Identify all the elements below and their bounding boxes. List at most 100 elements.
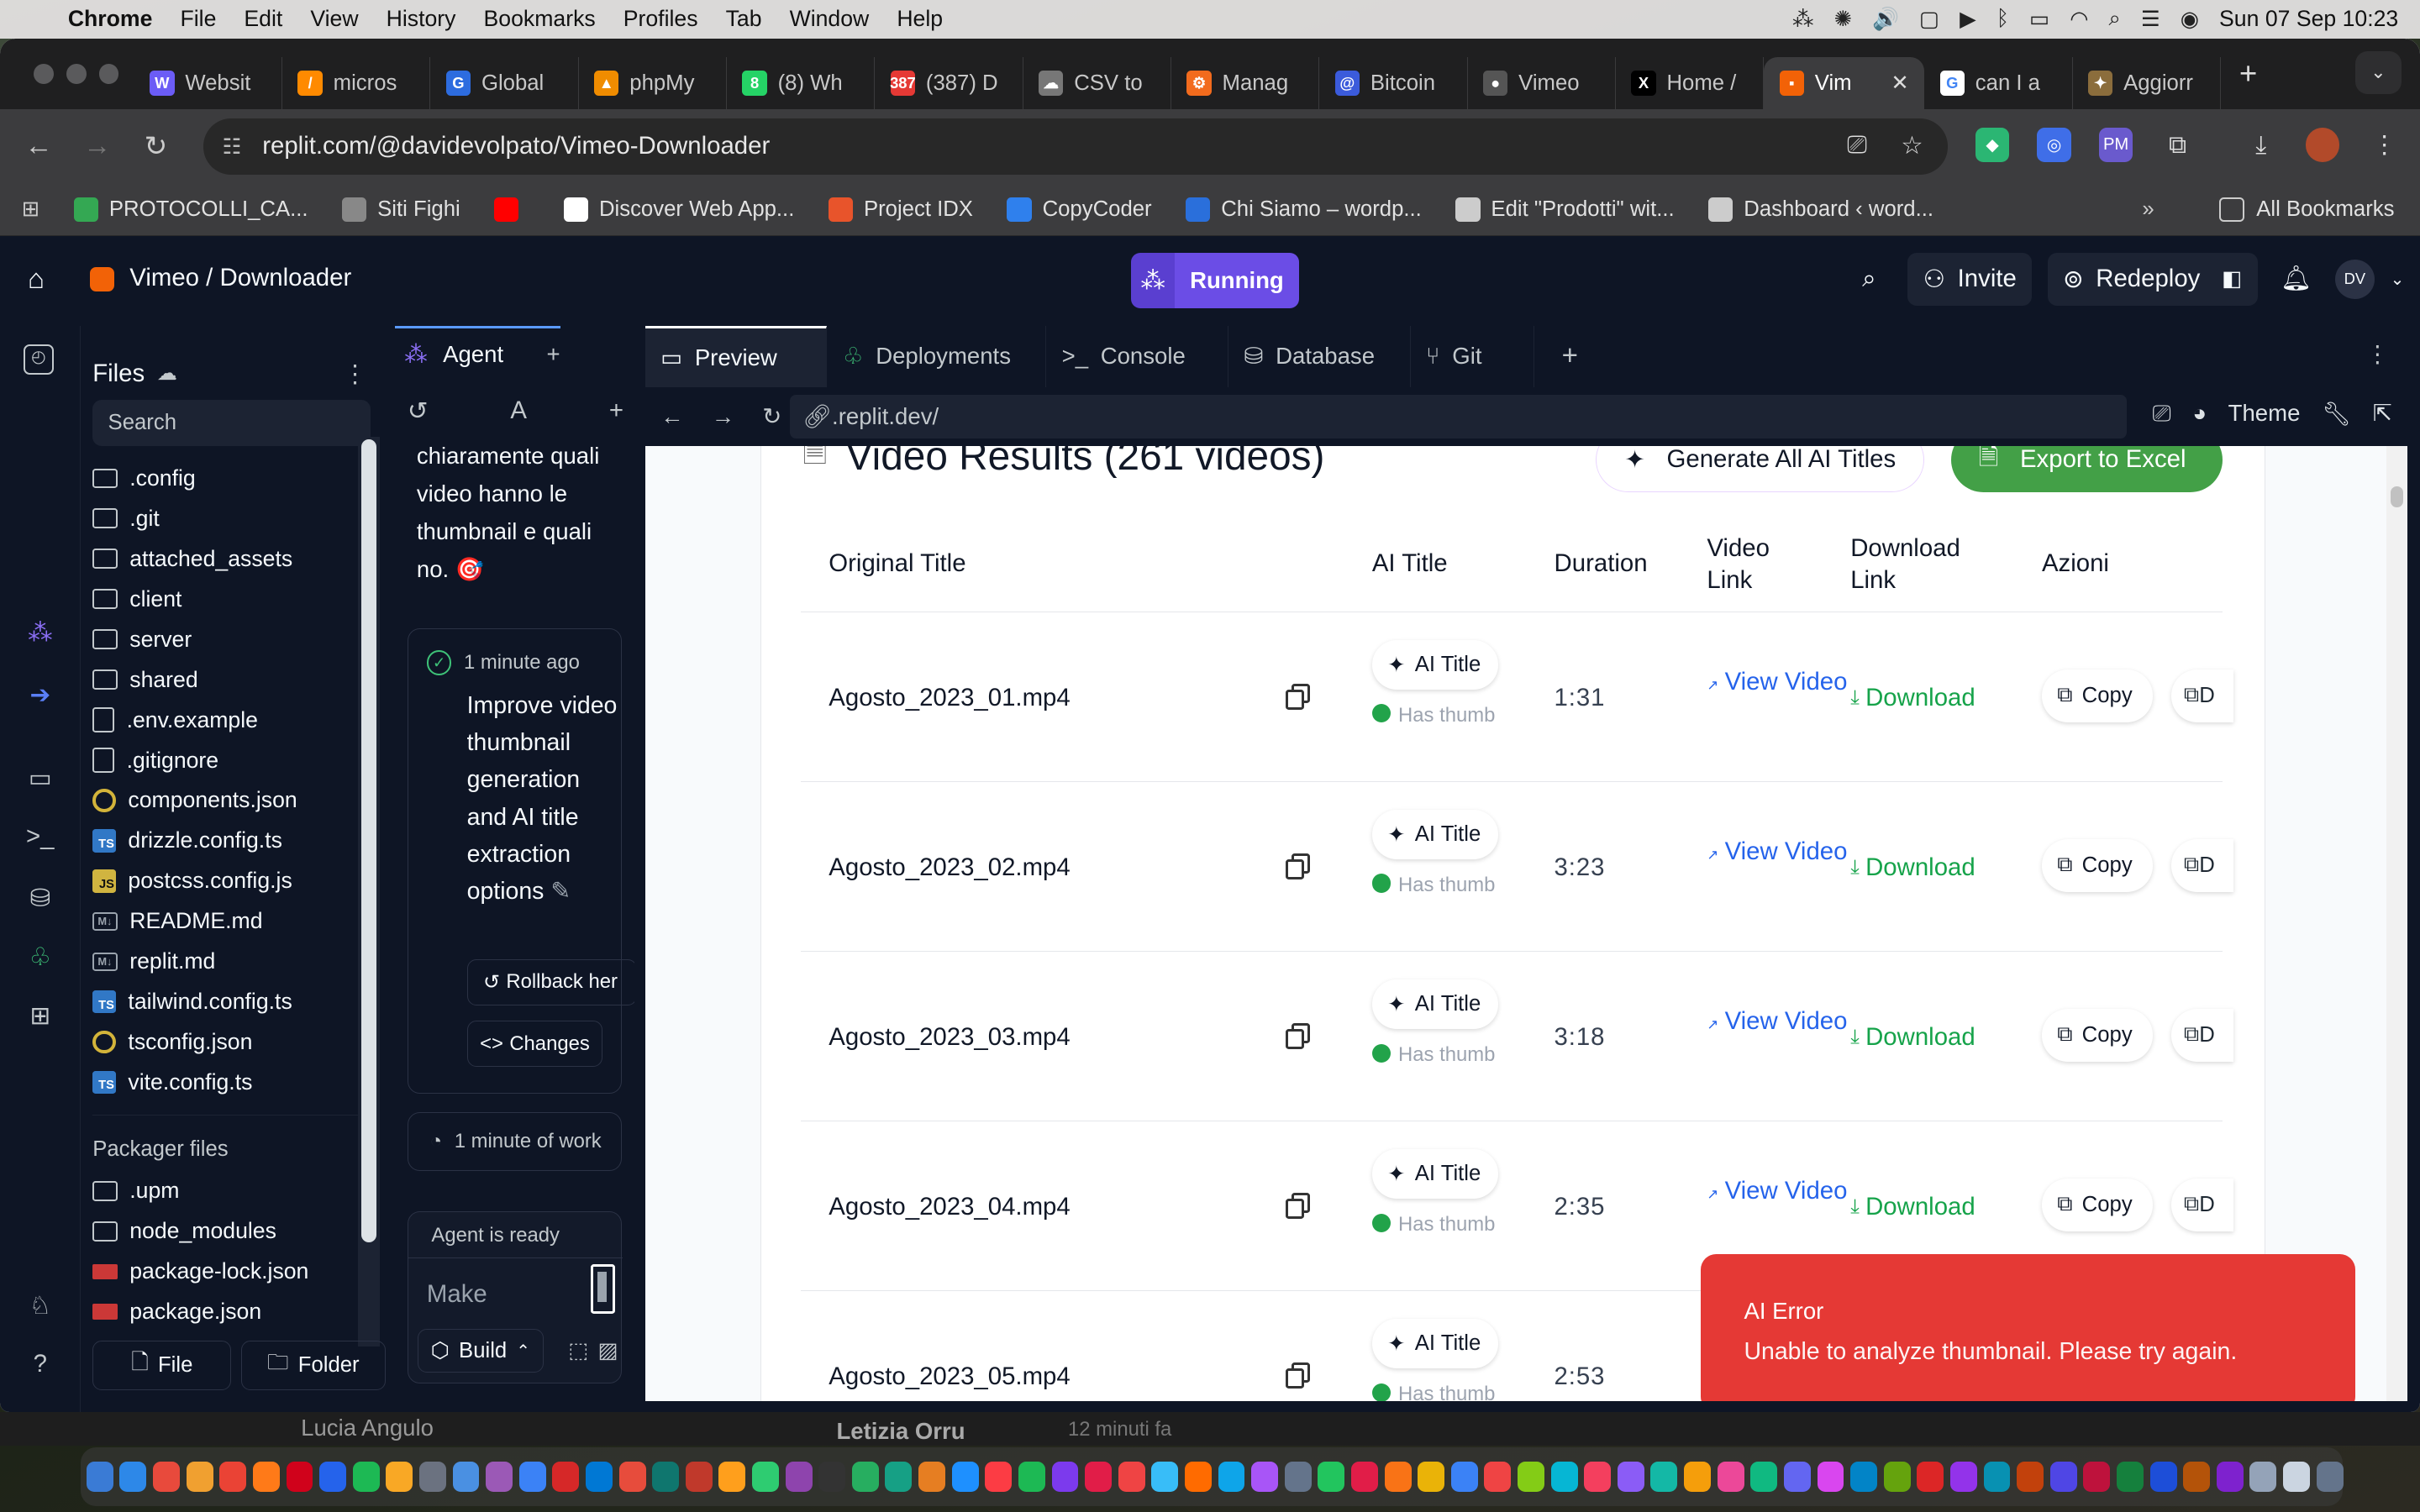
window-controls[interactable]	[34, 64, 119, 85]
bookmark-item[interactable]: Chi Siamo – wordp...	[1186, 197, 1422, 222]
file-tree-item[interactable]: components.json	[92, 780, 364, 821]
new-tab-icon[interactable]: +	[2239, 56, 2257, 92]
build-mode-button[interactable]: ⬡ Build ⌃	[417, 1329, 544, 1373]
play-icon[interactable]: ▶	[1960, 7, 1976, 32]
panel-icon[interactable]: ◧	[2222, 266, 2242, 291]
copy-download-button[interactable]: ⧉D	[2171, 669, 2233, 722]
deployments-icon[interactable]: ♧	[24, 942, 57, 976]
bookmark-item[interactable]: PROTOCOLLI_CA...	[73, 197, 308, 222]
tab-search-icon[interactable]: ⌄	[2354, 50, 2402, 95]
tab-deployments[interactable]: ♧ Deployments	[827, 325, 1047, 387]
edit-pencil-icon[interactable]: ✎	[550, 878, 571, 905]
reload-icon[interactable]: ↻	[762, 403, 781, 430]
menu-edit[interactable]: Edit	[244, 6, 282, 32]
download-link[interactable]: ⤓Download	[1850, 1193, 1975, 1221]
ai-title-button[interactable]: ✦ AI Title	[1371, 640, 1499, 690]
dock-app-icon[interactable]	[386, 1461, 413, 1492]
project-title[interactable]: Vimeo / Downloader	[129, 264, 351, 292]
bookmark-item[interactable]: CopyCoder	[1007, 197, 1152, 222]
control-center-icon[interactable]: ☰	[2141, 7, 2160, 32]
dock-app-icon[interactable]	[1917, 1461, 1944, 1492]
changes-button[interactable]: <> Changes	[466, 1021, 603, 1068]
ai-title-button[interactable]: ✦ AI Title	[1371, 979, 1499, 1030]
error-toast[interactable]: AI Error Unable to analyze thumbnail. Pl…	[1701, 1254, 2355, 1401]
browser-tab[interactable]: ▪ Vim ✕	[1764, 56, 1925, 110]
menu-tab[interactable]: Tab	[726, 6, 762, 32]
dock-app-icon[interactable]	[1351, 1461, 1378, 1492]
dock-app-icon[interactable]	[1650, 1461, 1678, 1492]
dock-app-icon[interactable]	[818, 1461, 846, 1492]
browser-tab[interactable]: @ Bitcoin	[1319, 56, 1468, 110]
browser-tab[interactable]: / micros	[282, 56, 431, 110]
assistant-icon[interactable]: ➔	[24, 680, 57, 714]
menu-clock[interactable]: Sun 07 Sep 10:23	[2219, 6, 2398, 32]
dock-app-icon[interactable]	[752, 1461, 779, 1492]
wifi-icon[interactable]: ◠	[2070, 7, 2088, 32]
dock-app-icon[interactable]	[951, 1461, 979, 1492]
dock-app-icon[interactable]	[286, 1461, 313, 1492]
dropbox-icon[interactable]: ⁂	[1792, 7, 1814, 32]
file-tree-item[interactable]: .env.example	[92, 700, 364, 740]
avatar[interactable]: DV	[2334, 259, 2375, 300]
dock-app-icon[interactable]	[618, 1461, 646, 1492]
copy-button[interactable]: ⧉ Copy	[2041, 1009, 2154, 1062]
packager-file-item[interactable]: package.json	[92, 1292, 364, 1332]
copy-download-button[interactable]: ⧉D	[2171, 1009, 2233, 1062]
file-tree-item[interactable]: TS vite.config.ts	[92, 1063, 364, 1103]
dock-app-icon[interactable]	[1550, 1461, 1578, 1492]
file-tree-item[interactable]: shared	[92, 659, 364, 700]
dock-app-icon[interactable]	[119, 1461, 147, 1492]
browser-tab[interactable]: ⚙ Manag	[1171, 56, 1320, 110]
devices-icon[interactable]: ⎚	[2153, 400, 2171, 428]
dock-app-icon[interactable]	[1218, 1461, 1245, 1492]
file-tree-item[interactable]: TS tailwind.config.ts	[92, 982, 364, 1022]
dock-app-icon[interactable]	[219, 1461, 247, 1492]
dock-app-icon[interactable]	[1817, 1461, 1844, 1492]
files-menu-icon[interactable]: ⋮	[343, 360, 367, 389]
cast-icon[interactable]: ⎚	[1847, 131, 1867, 160]
agent-tool-label[interactable]: A	[510, 396, 527, 426]
rollback-button[interactable]: ↺ Rollback her	[466, 958, 634, 1005]
new-file-button[interactable]: 🗋︎ File	[92, 1341, 232, 1390]
file-tree-item[interactable]: JS postcss.config.js	[92, 861, 364, 901]
history-icon[interactable]: ↺	[408, 396, 429, 426]
menu-history[interactable]: History	[387, 6, 456, 32]
dock-app-icon[interactable]	[1949, 1461, 1977, 1492]
dock-app-icon[interactable]	[552, 1461, 580, 1492]
file-tree-item[interactable]: server	[92, 619, 364, 659]
volume-icon[interactable]: 🔊	[1872, 7, 1899, 32]
dock-app-icon[interactable]	[2183, 1461, 2211, 1492]
back-icon[interactable]: ←	[9, 130, 68, 162]
copy-title-icon[interactable]	[1285, 683, 1313, 711]
search-icon[interactable]: ⌕	[2109, 7, 2121, 32]
dock-app-icon[interactable]	[1184, 1461, 1212, 1492]
add-tab-icon[interactable]: +	[1562, 340, 1578, 372]
copy-download-button[interactable]: ⧉D	[2171, 1179, 2233, 1231]
browser-tab[interactable]: ☁ CSV to	[1023, 56, 1171, 110]
dock-app-icon[interactable]	[352, 1461, 380, 1492]
file-tree-item[interactable]: client	[92, 579, 364, 619]
pane-menu-icon[interactable]: ⋮	[2366, 341, 2390, 368]
alerts-icon[interactable]: ♘	[24, 1291, 57, 1325]
dock-app-icon[interactable]	[1850, 1461, 1878, 1492]
dock-app-icon[interactable]	[2083, 1461, 2111, 1492]
copy-title-icon[interactable]	[1285, 1362, 1313, 1390]
copy-download-button[interactable]: ⧉D	[2171, 839, 2233, 892]
puzzle-icon[interactable]: ⧉	[2160, 128, 2194, 161]
dock-app-icon[interactable]	[153, 1461, 180, 1492]
menu-help[interactable]: Help	[897, 6, 943, 32]
kebab-menu-icon[interactable]: ⋮	[2367, 128, 2401, 161]
dock-app-icon[interactable]	[2017, 1461, 2044, 1492]
new-folder-button[interactable]: 🗀︎ Folder	[240, 1341, 387, 1390]
dock-app-icon[interactable]	[86, 1461, 113, 1492]
dock-app-icon[interactable]	[1384, 1461, 1412, 1492]
forward-icon[interactable]: →	[68, 130, 127, 162]
bluetooth-icon[interactable]: ᛒ	[1996, 7, 2009, 31]
packager-file-item[interactable]: package-lock.json	[92, 1252, 364, 1292]
dock-app-icon[interactable]	[252, 1461, 280, 1492]
back-icon[interactable]: ←	[660, 403, 684, 430]
help-icon[interactable]: ?	[24, 1350, 57, 1383]
dock-app-icon[interactable]	[851, 1461, 879, 1492]
all-tools-icon[interactable]: ⊞	[24, 1001, 57, 1035]
extension-icon[interactable]: ◎	[2037, 128, 2071, 162]
